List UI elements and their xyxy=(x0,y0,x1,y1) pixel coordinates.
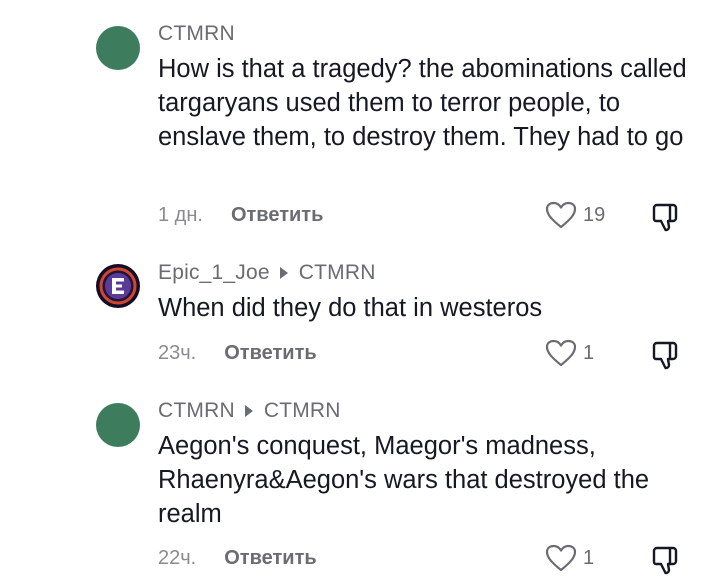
comment-timestamp: 23ч. xyxy=(158,342,197,364)
avatar[interactable] xyxy=(96,26,140,70)
like-button[interactable]: 1 xyxy=(545,339,594,367)
comment-meta: 22ч. Ответить xyxy=(158,547,317,570)
reply-button[interactable]: Ответить xyxy=(231,204,323,227)
author-name[interactable]: Epic_1_Joe xyxy=(158,261,270,285)
avatar-logo-icon xyxy=(99,267,137,305)
thumbs-down-icon xyxy=(652,203,678,232)
comment-author-line: CTMRN CTMRN xyxy=(158,399,341,423)
comment-author-line: CTMRN xyxy=(158,22,235,46)
like-count: 1 xyxy=(583,546,595,569)
like-button[interactable]: 1 xyxy=(545,544,594,572)
heart-icon xyxy=(545,339,577,367)
comment-text: Aegon's conquest, Maegor's madness, Rhae… xyxy=(158,432,650,528)
reply-button[interactable]: Ответить xyxy=(224,342,316,365)
reply-to-name[interactable]: CTMRN xyxy=(299,261,376,285)
comment-author-line: Epic_1_Joe CTMRN xyxy=(158,261,376,285)
author-name[interactable]: CTMRN xyxy=(158,22,235,46)
avatar[interactable] xyxy=(96,264,140,308)
comment-timestamp: 22ч. xyxy=(158,547,197,569)
dislike-button[interactable] xyxy=(650,544,682,581)
author-name[interactable]: CTMRN xyxy=(158,399,235,423)
reply-to-name[interactable]: CTMRN xyxy=(264,399,341,423)
reply-button[interactable]: Ответить xyxy=(224,547,316,570)
triangle-right-icon xyxy=(244,405,253,417)
avatar[interactable] xyxy=(96,403,140,447)
dislike-button[interactable] xyxy=(650,201,682,238)
thumbs-down-icon xyxy=(652,341,678,370)
comment-meta: 23ч. Ответить xyxy=(158,342,317,365)
dislike-button[interactable] xyxy=(650,339,682,376)
like-button[interactable]: 19 xyxy=(545,201,605,229)
heart-icon xyxy=(545,201,577,229)
like-count: 19 xyxy=(583,203,606,226)
thumbs-down-icon xyxy=(652,546,678,575)
comment-text: How is that a tragedy? the abominations … xyxy=(158,55,687,151)
like-count: 1 xyxy=(583,341,595,364)
triangle-right-icon xyxy=(279,267,288,279)
comment-timestamp: 1 дн. xyxy=(158,204,203,226)
comment-text: When did they do that in westeros xyxy=(158,294,543,322)
comment-meta: 1 дн. Ответить xyxy=(158,204,323,227)
heart-icon xyxy=(545,544,577,572)
